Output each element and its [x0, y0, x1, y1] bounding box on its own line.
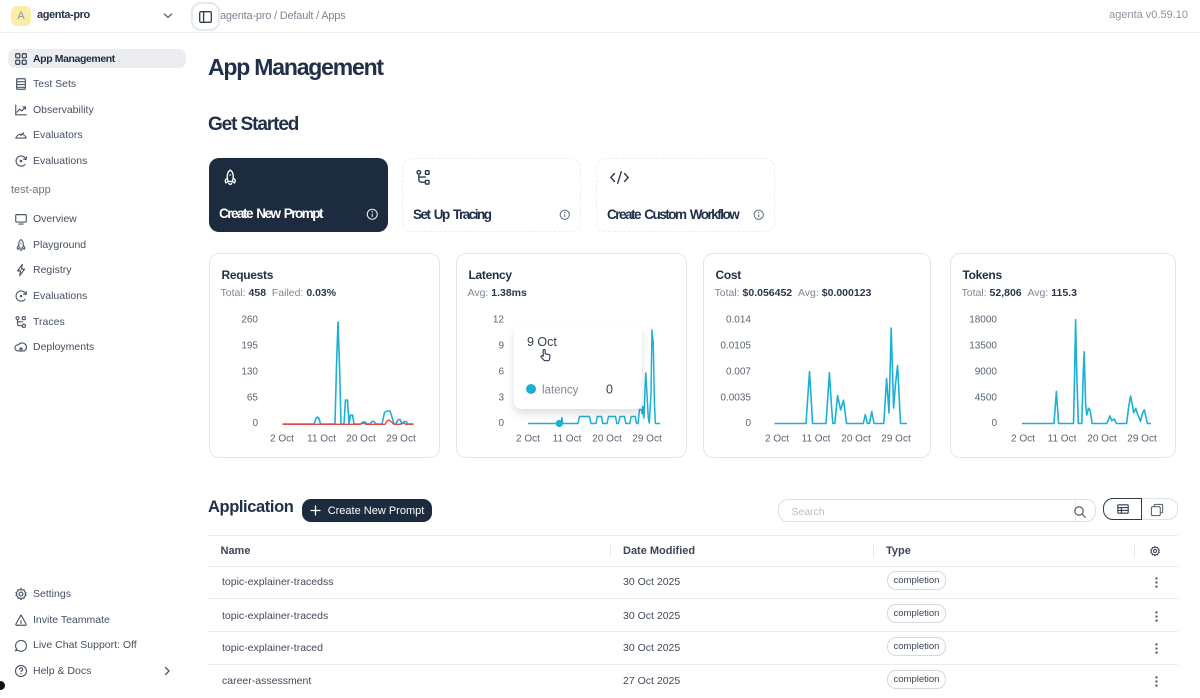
svg-text:11 Oct: 11 Oct — [802, 434, 831, 445]
svg-text:11 Oct: 11 Oct — [1048, 434, 1077, 445]
svg-text:3: 3 — [498, 393, 504, 404]
svg-text:20 Oct: 20 Oct — [592, 434, 622, 445]
svg-text:130: 130 — [241, 367, 258, 378]
svg-text:9: 9 — [498, 341, 504, 352]
svg-text:18000: 18000 — [969, 315, 997, 326]
svg-text:2 Oct: 2 Oct — [270, 434, 294, 445]
svg-text:2 Oct: 2 Oct — [765, 434, 789, 445]
svg-text:0.007: 0.007 — [726, 367, 751, 378]
svg-text:latency: latency — [542, 385, 579, 397]
svg-text:29 Oct: 29 Oct — [1127, 434, 1157, 445]
svg-text:9 Oct: 9 Oct — [527, 335, 557, 349]
svg-text:20 Oct: 20 Oct — [1087, 434, 1117, 445]
svg-text:6: 6 — [498, 367, 504, 378]
svg-text:0: 0 — [606, 383, 613, 397]
svg-text:20 Oct: 20 Oct — [346, 434, 376, 445]
svg-text:11 Oct: 11 Oct — [307, 434, 336, 445]
svg-text:29 Oct: 29 Oct — [632, 434, 662, 445]
svg-text:4500: 4500 — [975, 393, 998, 404]
svg-text:0: 0 — [252, 418, 258, 429]
svg-text:2 Oct: 2 Oct — [1011, 434, 1035, 445]
svg-text:195: 195 — [241, 341, 258, 352]
svg-text:260: 260 — [241, 315, 258, 326]
svg-text:12: 12 — [493, 315, 505, 326]
svg-text:9000: 9000 — [975, 367, 998, 378]
svg-text:2 Oct: 2 Oct — [516, 434, 540, 445]
svg-text:0: 0 — [745, 418, 751, 429]
svg-text:29 Oct: 29 Oct — [881, 434, 911, 445]
svg-text:0.014: 0.014 — [726, 315, 751, 326]
svg-text:0: 0 — [498, 418, 504, 429]
svg-text:0: 0 — [991, 418, 997, 429]
svg-text:65: 65 — [247, 393, 259, 404]
svg-text:0.0035: 0.0035 — [720, 393, 751, 404]
svg-text:20 Oct: 20 Oct — [841, 434, 871, 445]
svg-text:13500: 13500 — [969, 341, 997, 352]
svg-text:0.0105: 0.0105 — [720, 341, 751, 352]
svg-text:29 Oct: 29 Oct — [386, 434, 416, 445]
svg-text:11 Oct: 11 Oct — [553, 434, 582, 445]
